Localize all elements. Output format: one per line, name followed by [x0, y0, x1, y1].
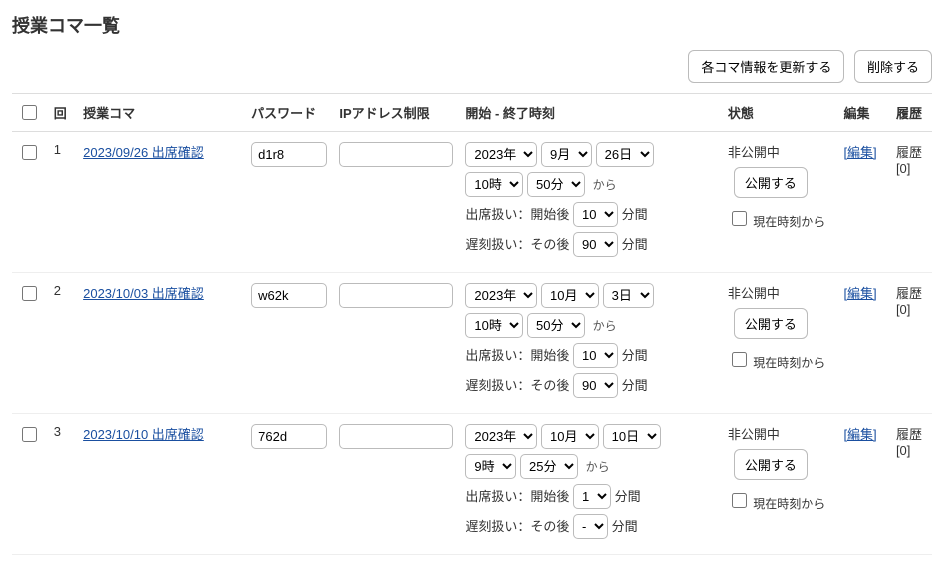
history-word: 履歴	[896, 286, 922, 301]
from-label: から	[593, 319, 617, 333]
header-seq: 回	[48, 94, 77, 132]
password-input[interactable]	[251, 424, 327, 449]
late-label: 遅刻扱い：その後	[465, 378, 569, 393]
page-title: 授業コマ一覧	[12, 12, 932, 38]
header-status: 状態	[722, 94, 838, 132]
attend-minutes-select[interactable]: 1	[573, 484, 611, 509]
attend-label: 出席扱い：開始後	[465, 348, 569, 363]
edit-link[interactable]: [編集]	[843, 145, 876, 160]
history-word: 履歴	[896, 145, 922, 160]
table-row: 3 2023/10/10 出席確認 2023年 10月 10日 9時 25分 か…	[12, 414, 932, 555]
history-count: [0]	[896, 443, 910, 458]
attend-label: 出席扱い：開始後	[465, 489, 569, 504]
minutes-label: 分間	[615, 489, 641, 504]
lesson-name-link[interactable]: 2023/09/26 出席確認	[83, 145, 204, 160]
minutes-label: 分間	[622, 378, 648, 393]
header-history: 履歴	[890, 94, 932, 132]
publish-button[interactable]: 公開する	[734, 449, 808, 480]
header-time: 開始 - 終了時刻	[459, 94, 722, 132]
from-label: から	[586, 460, 610, 474]
publish-button[interactable]: 公開する	[734, 167, 808, 198]
attend-minutes-select[interactable]: 10	[573, 343, 618, 368]
from-now-label[interactable]: 現在時刻から	[728, 356, 825, 370]
from-now-label[interactable]: 現在時刻から	[728, 497, 825, 511]
status-text: 非公開中	[728, 424, 832, 443]
edit-link[interactable]: [編集]	[843, 427, 876, 442]
header-ip: IPアドレス制限	[333, 94, 459, 132]
attend-minutes-select[interactable]: 10	[573, 202, 618, 227]
row-seq: 1	[48, 132, 77, 273]
minute-select[interactable]: 50分	[527, 313, 585, 338]
row-seq: 2	[48, 273, 77, 414]
from-now-checkbox[interactable]	[732, 211, 747, 226]
minutes-label: 分間	[622, 237, 648, 252]
minutes-label: 分間	[622, 207, 648, 222]
lesson-name-link[interactable]: 2023/10/03 出席確認	[83, 286, 204, 301]
minutes-label: 分間	[622, 348, 648, 363]
row-checkbox[interactable]	[22, 427, 37, 442]
lesson-name-link[interactable]: 2023/10/10 出席確認	[83, 427, 204, 442]
day-select[interactable]: 26日	[596, 142, 654, 167]
password-input[interactable]	[251, 283, 327, 308]
hour-select[interactable]: 10時	[465, 172, 523, 197]
lesson-table: 回 授業コマ パスワード IPアドレス制限 開始 - 終了時刻 状態 編集 履歴…	[12, 93, 932, 555]
late-minutes-select[interactable]: -	[573, 514, 608, 539]
password-input[interactable]	[251, 142, 327, 167]
day-select[interactable]: 10日	[603, 424, 661, 449]
month-select[interactable]: 9月	[541, 142, 592, 167]
delete-button[interactable]: 削除する	[854, 50, 932, 83]
minutes-label: 分間	[612, 519, 638, 534]
minute-select[interactable]: 50分	[527, 172, 585, 197]
ip-restriction-input[interactable]	[339, 424, 453, 449]
top-actions: 各コマ情報を更新する 削除する	[12, 50, 932, 83]
history-count: [0]	[896, 302, 910, 317]
row-checkbox[interactable]	[22, 286, 37, 301]
header-name: 授業コマ	[77, 94, 245, 132]
hour-select[interactable]: 9時	[465, 454, 516, 479]
row-checkbox[interactable]	[22, 145, 37, 160]
history-word: 履歴	[896, 427, 922, 442]
select-all-checkbox[interactable]	[22, 105, 37, 120]
edit-link[interactable]: [編集]	[843, 286, 876, 301]
status-text: 非公開中	[728, 142, 832, 161]
late-minutes-select[interactable]: 90	[573, 232, 618, 257]
from-now-checkbox[interactable]	[732, 493, 747, 508]
late-label: 遅刻扱い：その後	[465, 519, 569, 534]
header-password: パスワード	[245, 94, 333, 132]
history-count: [0]	[896, 161, 910, 176]
from-label: から	[593, 178, 617, 192]
ip-restriction-input[interactable]	[339, 142, 453, 167]
hour-select[interactable]: 10時	[465, 313, 523, 338]
month-select[interactable]: 10月	[541, 283, 599, 308]
header-edit: 編集	[837, 94, 890, 132]
day-select[interactable]: 3日	[603, 283, 654, 308]
table-row: 1 2023/09/26 出席確認 2023年 9月 26日 10時 50分 か…	[12, 132, 932, 273]
table-row: 2 2023/10/03 出席確認 2023年 10月 3日 10時 50分 か…	[12, 273, 932, 414]
refresh-all-button[interactable]: 各コマ情報を更新する	[688, 50, 844, 83]
minute-select[interactable]: 25分	[520, 454, 578, 479]
from-now-checkbox[interactable]	[732, 352, 747, 367]
year-select[interactable]: 2023年	[465, 424, 537, 449]
attend-label: 出席扱い：開始後	[465, 207, 569, 222]
month-select[interactable]: 10月	[541, 424, 599, 449]
row-seq: 3	[48, 414, 77, 555]
status-text: 非公開中	[728, 283, 832, 302]
from-now-label[interactable]: 現在時刻から	[728, 215, 825, 229]
late-minutes-select[interactable]: 90	[573, 373, 618, 398]
ip-restriction-input[interactable]	[339, 283, 453, 308]
year-select[interactable]: 2023年	[465, 283, 537, 308]
publish-button[interactable]: 公開する	[734, 308, 808, 339]
late-label: 遅刻扱い：その後	[465, 237, 569, 252]
year-select[interactable]: 2023年	[465, 142, 537, 167]
